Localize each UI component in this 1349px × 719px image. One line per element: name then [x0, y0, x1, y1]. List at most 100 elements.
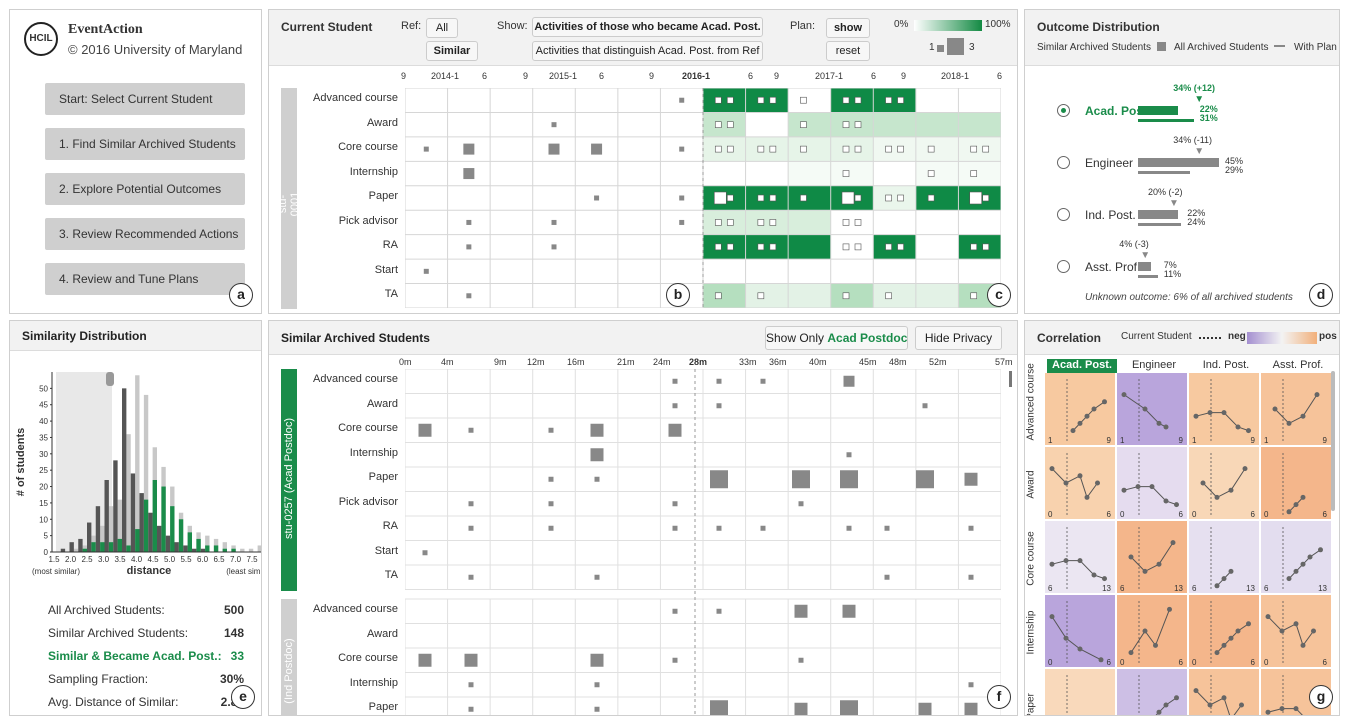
plan-square	[897, 145, 904, 153]
hist-bar	[126, 434, 131, 552]
corr-column-header[interactable]: Ind. Post.	[1191, 359, 1261, 373]
heat-cell	[788, 136, 831, 162]
corr-axis-max: 9	[1251, 436, 1256, 445]
outcome-radio-1[interactable]	[1057, 156, 1070, 169]
corr-column-header[interactable]: Acad. Post.	[1047, 359, 1117, 373]
event-square	[710, 700, 728, 715]
outcome-footer: Unknown outcome: 6% of all archived stud…	[1085, 292, 1293, 303]
plan-square	[885, 145, 892, 153]
heat-cell	[745, 234, 789, 260]
nav-button-2[interactable]: 2. Explore Potential Outcomes	[45, 173, 245, 205]
plan-square	[714, 219, 722, 226]
corr-point	[1265, 709, 1271, 715]
show-acad-button[interactable]: Activities of those who became Acad. Pos…	[532, 17, 763, 37]
heat-cell	[873, 210, 916, 235]
plan-label: 34% (+12)	[1173, 83, 1215, 93]
ref-similar-button[interactable]: Similar	[426, 41, 478, 61]
heat-cell	[873, 234, 916, 260]
corr-point	[1135, 484, 1141, 490]
row-label: Award	[367, 397, 398, 410]
corr-axis-min: 0	[1120, 510, 1125, 519]
heat-cell	[703, 283, 746, 308]
plan-square	[970, 145, 978, 153]
nav-button-3[interactable]: 3. Review Recommended Actions	[45, 218, 245, 250]
similarity-histogram[interactable]: 051015202530354045501.5 2.0 2.5 3.0 3.5 4.0 4.…	[10, 357, 262, 587]
nav-button-1[interactable]: 1. Find Similar Archived Students	[45, 128, 245, 160]
corr-point	[1098, 657, 1104, 663]
nav-button-4[interactable]: 4. Review and Tune Plans	[45, 263, 245, 295]
brush-handle	[106, 372, 114, 386]
corr-point	[1128, 554, 1134, 560]
row-label: Internship	[349, 676, 398, 689]
plan-square	[800, 121, 807, 128]
corr-point	[1102, 576, 1107, 582]
hide-privacy-button[interactable]: Hide Privacy	[915, 326, 1002, 350]
corr-point	[1293, 706, 1299, 712]
legend-pos: pos	[1319, 331, 1337, 342]
x-tick: 7.0	[230, 555, 242, 564]
heat-cell	[958, 210, 1001, 235]
plan-marker: ▼	[1140, 250, 1151, 261]
event-square	[679, 195, 685, 201]
event-square	[468, 525, 474, 531]
show-only-acad-postdoc-button[interactable]: Show Only Acad Postdoc	[765, 326, 908, 350]
ref-all-button[interactable]: All	[426, 18, 458, 38]
row-label: Start	[374, 263, 398, 276]
show-only-target: Acad Postdoc	[827, 331, 908, 345]
outcome-name[interactable]: Asst. Prof.	[1085, 260, 1140, 274]
plan-label: 4% (-3)	[1119, 239, 1149, 249]
outcome-name[interactable]: Ind. Post.	[1085, 208, 1136, 222]
heat-cell	[958, 112, 1001, 137]
time-tick: 2017-1	[815, 71, 844, 81]
hist-bar	[196, 538, 201, 552]
outcome-name[interactable]: Engineer	[1085, 156, 1133, 170]
x-tick: 7.5	[246, 555, 258, 564]
plan-square	[970, 170, 978, 177]
current-event-grid[interactable]	[405, 88, 1001, 308]
plan-show-button[interactable]: show	[826, 18, 870, 38]
row-label: Paper	[368, 190, 398, 202]
row-label: Internship	[349, 165, 398, 178]
all-bar	[1138, 119, 1194, 122]
similarity-title: Similarity Distribution	[10, 321, 261, 351]
corr-row-label: Paper	[1025, 693, 1037, 716]
correlation-matrix[interactable]: 1 9 1 9 1 9 1 90 6 0 6 0 6 0 66 13 6 13 6 13 6 130 6 0 6 0 6 0 6	[1045, 373, 1333, 716]
pct-high: 100%	[985, 19, 1011, 30]
corr-point	[1207, 410, 1213, 416]
heat-cell	[958, 234, 1001, 260]
plan-square	[757, 96, 765, 104]
outcome-radio-2[interactable]	[1057, 208, 1070, 221]
plan-square	[927, 170, 935, 177]
plan-label: 20% (-2)	[1148, 187, 1183, 197]
row-label: TA	[384, 569, 398, 581]
heat-cell	[703, 161, 746, 186]
corr-scrollbar[interactable]	[1331, 371, 1335, 511]
corr-axis-max: 6	[1107, 658, 1112, 667]
plan-reset-button[interactable]: reset	[826, 41, 870, 61]
time-tick: 6	[599, 71, 605, 81]
corr-column-header[interactable]: Engineer	[1119, 359, 1189, 373]
event-square	[468, 427, 474, 433]
corr-axis-min: 1	[1192, 436, 1197, 445]
outcome-radio-0[interactable]	[1057, 104, 1070, 117]
hist-bar	[165, 535, 171, 552]
scrollbar-thumb[interactable]	[1009, 371, 1012, 387]
plan-square	[757, 145, 765, 153]
event-square	[679, 219, 685, 225]
nav-button-0[interactable]: Start: Select Current Student	[45, 83, 245, 115]
outcome-radio-3[interactable]	[1057, 260, 1070, 273]
show-distinguish-button[interactable]: Activities that distinguish Acad. Post. …	[532, 41, 763, 61]
corr-axis-min: 6	[1264, 584, 1269, 593]
corr-point	[1170, 540, 1176, 546]
plan-square	[970, 243, 978, 251]
panel-badge-b: b	[666, 283, 690, 307]
legend-similar: Similar Archived Students	[1037, 42, 1151, 53]
similar-bar	[1138, 262, 1151, 271]
corr-column-header[interactable]: Asst. Prof.	[1263, 359, 1333, 373]
heat-cell	[958, 259, 1001, 284]
hist-bar	[257, 545, 261, 552]
x-tick: 2.5	[81, 555, 93, 564]
archived-event-grid[interactable]	[405, 369, 1001, 716]
heat-cell	[830, 112, 874, 137]
pct-low: 0%	[894, 19, 909, 30]
